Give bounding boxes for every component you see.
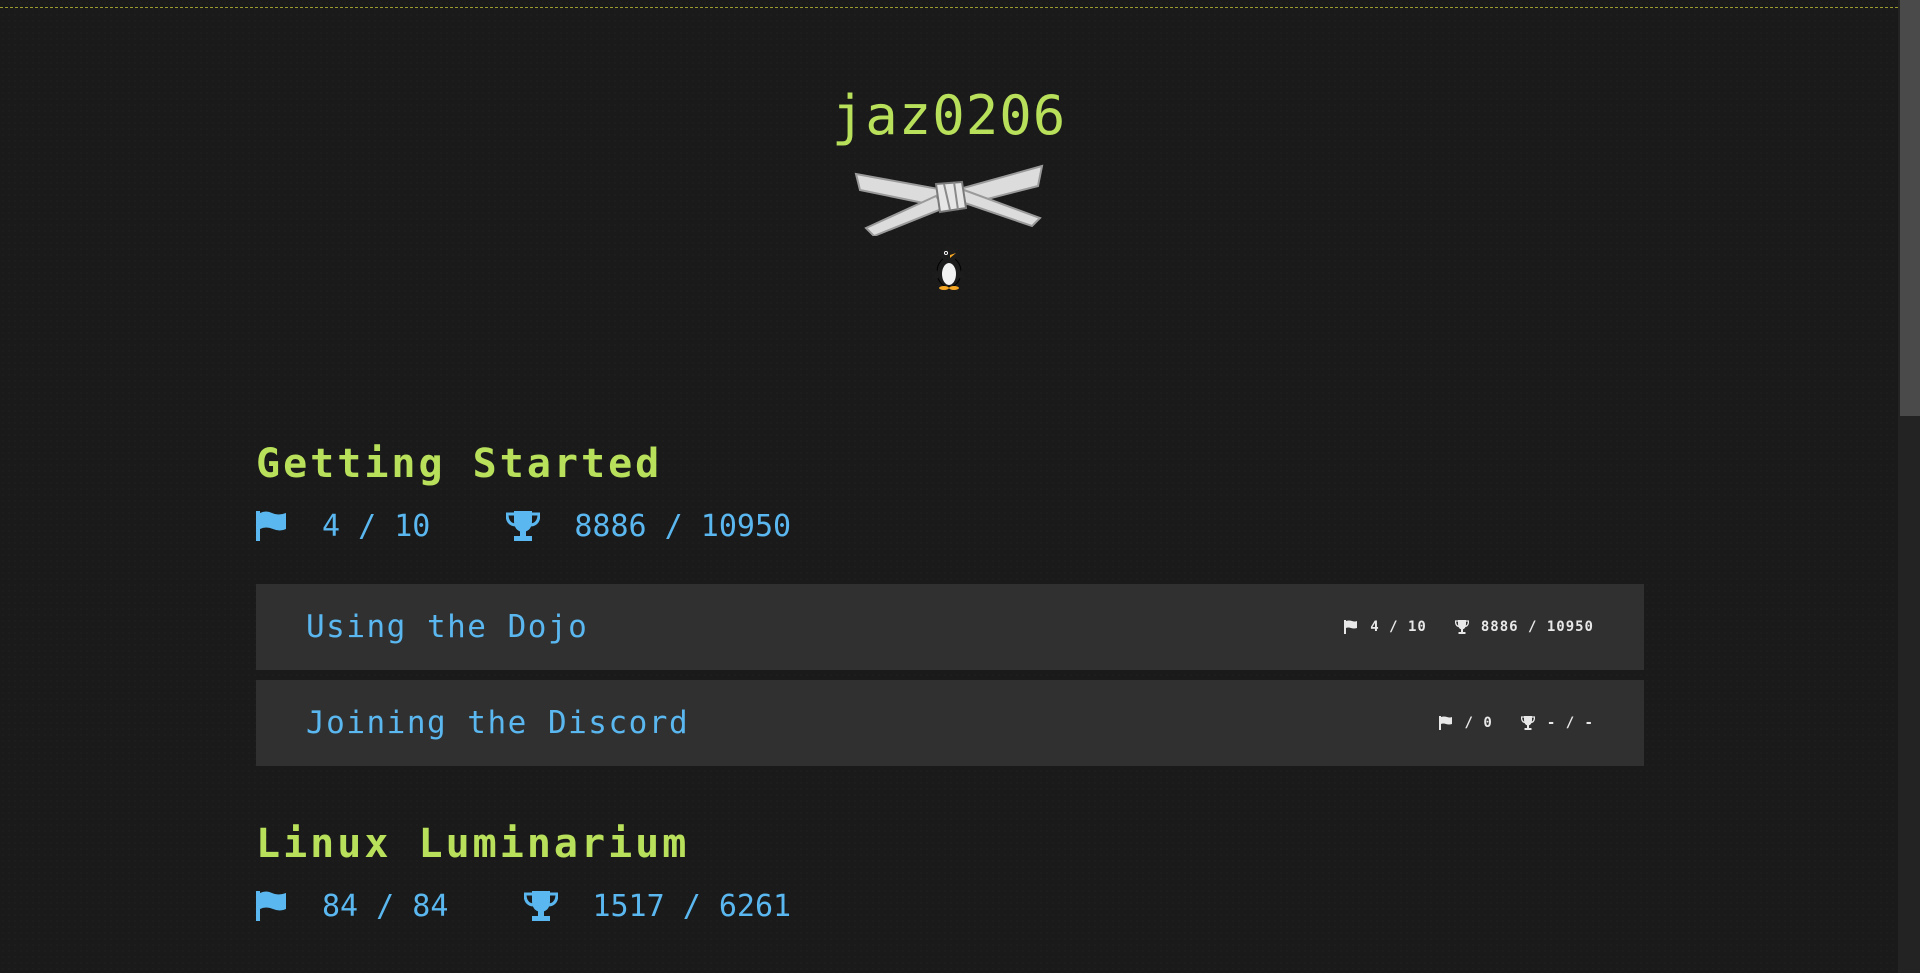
points-stat: 8886 / 10950 [506,509,791,544]
module-linux-luminarium: Linux Luminarium 84 / 84 1517 / 6261 [256,820,1644,924]
page: jaz0206 Getting Started 4 / 10 8886 / 10… [0,0,1920,973]
top-divider [0,7,1898,8]
challenge-card-using-the-dojo[interactable]: Using the Dojo 4 / 10 8886 / 10950 [256,584,1644,670]
flag-icon [256,511,286,541]
flag-icon [1344,620,1358,634]
challenge-list: Using the Dojo 4 / 10 8886 / 10950 Joini… [256,584,1644,766]
solved-count: 4 / 10 [322,508,431,544]
trophy-icon [524,891,559,921]
challenge-points-count: 8886 / 10950 [1480,619,1594,635]
challenge-stats: 4 / 10 8886 / 10950 [1316,619,1594,635]
points-stat: 1517 / 6261 [524,889,791,924]
challenge-solved: / 0 [1438,715,1493,731]
challenge-points: 8886 / 10950 [1454,619,1594,635]
challenge-card-joining-the-discord[interactable]: Joining the Discord / 0 - / - [256,680,1644,766]
challenge-stats: / 0 - / - [1411,715,1594,731]
trophy-icon [1520,716,1535,730]
solved-stat: 4 / 10 [256,509,430,544]
challenge-solved-count: 4 / 10 [1370,619,1427,635]
challenge-title[interactable]: Joining the Discord [306,705,689,741]
module-stats: 84 / 84 1517 / 6261 [256,888,1644,924]
challenge-title[interactable]: Using the Dojo [306,609,588,645]
trophy-icon [506,511,541,541]
trophy-icon [1454,620,1469,634]
points-count: 1517 / 6261 [592,888,792,924]
challenge-solved-count: / 0 [1464,715,1493,731]
module-stats: 4 / 10 8886 / 10950 [256,508,1644,544]
module-title: Getting Started [256,441,663,487]
module-getting-started: Getting Started 4 / 10 8886 / 10950 Usin… [256,440,1644,766]
white-belt-icon [854,164,1044,236]
scrollbar-thumb[interactable] [1900,0,1920,416]
flag-icon [1438,716,1452,730]
flag-icon [256,891,286,921]
module-title: Linux Luminarium [256,821,690,867]
challenge-points: - / - [1520,715,1594,731]
challenge-solved: 4 / 10 [1344,619,1427,635]
solved-count: 84 / 84 [322,888,449,924]
points-count: 8886 / 10950 [574,508,792,544]
challenge-points-count: - / - [1546,715,1594,731]
solved-stat: 84 / 84 [256,889,448,924]
profile-header: jaz0206 [0,84,1898,290]
penguin-icon [931,246,967,290]
username: jaz0206 [831,84,1067,147]
vertical-scrollbar[interactable] [1898,0,1920,973]
